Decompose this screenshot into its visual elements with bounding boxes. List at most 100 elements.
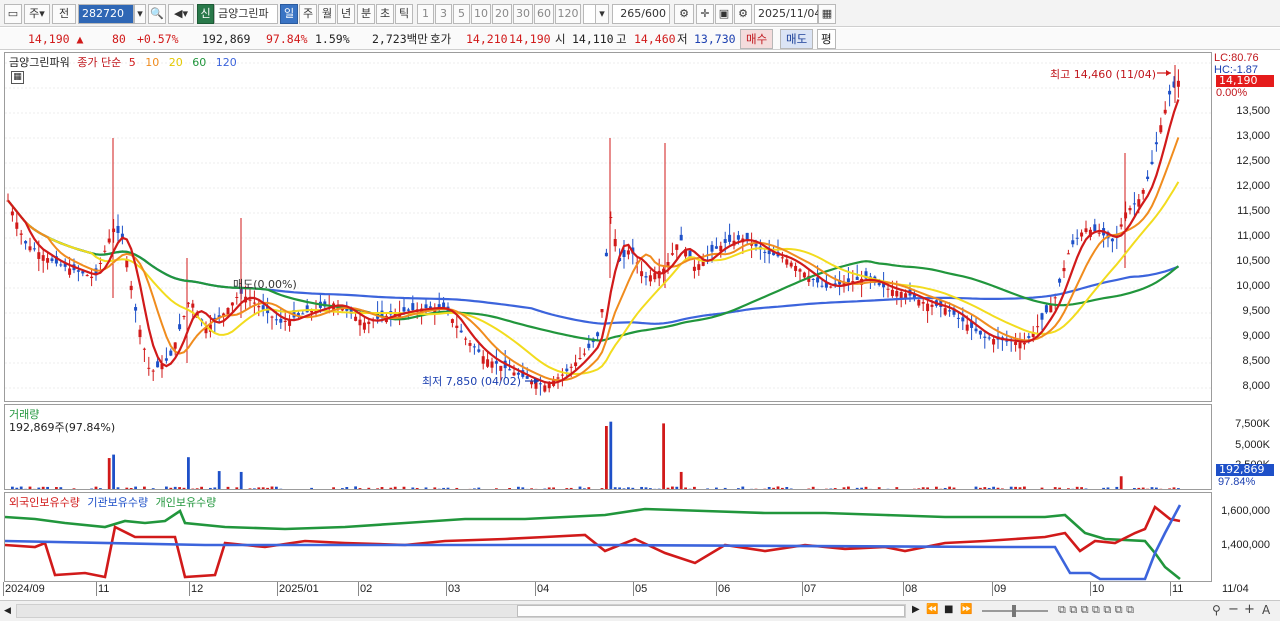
volume-bar — [640, 486, 643, 489]
font-size-icon[interactable]: A — [1262, 603, 1270, 617]
volume-bar — [222, 489, 225, 490]
save-icon[interactable]: ▣ — [715, 4, 733, 24]
candle — [147, 356, 151, 376]
price-chart-pane[interactable]: 금양그린파워 종가 단순 5 10 20 60 120 ▦ 최고 14,460 … — [4, 52, 1212, 402]
tab-minute[interactable]: 분 — [357, 4, 375, 24]
volume-chart — [11, 421, 1180, 490]
volume-bar — [666, 487, 670, 489]
rewind-icon[interactable]: ⏪ — [926, 604, 938, 615]
x-axis-tick — [633, 582, 634, 596]
tab-daily-label: 일 — [283, 7, 295, 20]
zoom-out-icon[interactable]: − — [1228, 602, 1239, 617]
volume-bar — [90, 488, 93, 489]
volume-bar — [239, 471, 243, 489]
volume-bar — [372, 489, 375, 490]
volume-bar — [33, 488, 36, 489]
stop-icon[interactable]: ■ — [944, 604, 953, 615]
volume-pane[interactable]: 거래량 192,869주(97.84%) — [4, 404, 1212, 490]
scroll-track[interactable] — [16, 604, 906, 618]
tool-icons[interactable]: ⧉ ⧉ ⧉ ⧉ ⧉ ⧉ ⧉ — [1058, 603, 1134, 617]
minute-option-label: 60 — [537, 7, 551, 20]
chart-settings-icon[interactable]: ⚙ — [674, 4, 694, 24]
volume-bar — [1009, 486, 1013, 489]
zoom-icon[interactable]: ⚲ — [1212, 603, 1221, 617]
tab-daily[interactable]: 일 — [280, 4, 298, 24]
speaker-icon[interactable]: ◀▾ — [168, 4, 194, 24]
candle — [521, 362, 525, 379]
tab-weekly[interactable]: 주 — [299, 4, 317, 24]
scroll-left-icon[interactable]: ◀ — [4, 604, 16, 618]
calendar-icon[interactable]: ▦ — [818, 4, 836, 24]
minute-option-30[interactable]: 30 — [513, 4, 533, 24]
stock-code-input[interactable]: 282720 — [78, 4, 134, 24]
play-icon[interactable]: ▶ — [912, 604, 920, 615]
volume-bar — [455, 487, 459, 489]
volume-bar — [64, 489, 67, 490]
minute-option-label: 3 — [440, 7, 447, 20]
candle — [1075, 229, 1079, 246]
candle — [600, 308, 604, 318]
zoom-in-icon[interactable]: + — [1244, 602, 1255, 617]
date-input[interactable]: 2025/11/04 — [754, 4, 821, 24]
minute-option-10[interactable]: 10 — [471, 4, 491, 24]
tab-monthly[interactable]: 월 — [318, 4, 336, 24]
x-axis-label: 07 — [804, 583, 817, 595]
bar-count-field[interactable]: 265/600 — [612, 4, 670, 24]
minute-option-60[interactable]: 60 — [534, 4, 554, 24]
candle — [367, 318, 371, 334]
candle — [332, 301, 336, 316]
price-tick: 10,500 — [1236, 255, 1270, 267]
gear-icon[interactable]: ⚙ — [734, 4, 752, 24]
volume-bar — [1014, 486, 1017, 489]
stock-name-field[interactable]: 금양그린파 — [214, 4, 278, 24]
volume-bar — [491, 489, 494, 490]
sell-button[interactable]: 매도 — [780, 29, 814, 49]
fast-forward-icon[interactable]: ⏩ — [960, 604, 972, 615]
volume-bar — [679, 471, 683, 489]
minute-option-3[interactable]: 3 — [435, 4, 452, 24]
custom-period-dropdown-icon[interactable]: ▾ — [595, 4, 609, 24]
x-axis-label: 10 — [1092, 583, 1105, 595]
volume-bar — [904, 489, 907, 490]
holdings-pane[interactable]: 외국인보유수량 기관보유수량 개인보유수량 — [4, 492, 1212, 582]
volume-bar — [125, 487, 129, 489]
volume-bar — [816, 488, 819, 489]
speed-slider-handle[interactable] — [1012, 605, 1016, 617]
candle — [142, 347, 146, 362]
prev-button[interactable]: 전 — [52, 4, 76, 24]
volume-bar — [1172, 487, 1176, 489]
tab-second[interactable]: 초 — [376, 4, 394, 24]
volume-bar — [864, 486, 868, 489]
volume-bar — [979, 487, 982, 489]
volume-bar — [1106, 487, 1110, 489]
volume-bar — [1098, 489, 1101, 490]
minute-option-1[interactable]: 1 — [417, 4, 434, 24]
window-menu-icon[interactable]: ▭ — [4, 4, 22, 24]
buy-button[interactable]: 매수 — [740, 29, 774, 49]
x-axis-label: 06 — [718, 583, 731, 595]
stock-code-value: 282720 — [82, 7, 124, 20]
volume-bar — [1102, 487, 1105, 489]
tab-tick[interactable]: 틱 — [395, 4, 413, 24]
scroll-thumb[interactable] — [517, 605, 905, 617]
grid-toggle-icon[interactable]: ▦ — [11, 71, 24, 84]
search-icon[interactable]: 🔍 — [148, 4, 166, 24]
volume-bar — [886, 488, 890, 489]
average-button[interactable]: 평 — [817, 29, 836, 49]
period-select[interactable]: 주▾ — [24, 4, 50, 24]
minute-option-5[interactable]: 5 — [453, 4, 470, 24]
minute-option-20[interactable]: 20 — [492, 4, 512, 24]
speed-slider[interactable] — [982, 605, 1048, 617]
stock-code-dropdown-icon[interactable]: ▾ — [134, 4, 146, 24]
candle — [1132, 192, 1136, 216]
minute-option-120[interactable]: 120 — [555, 4, 581, 24]
candle — [640, 261, 644, 284]
volume-bar — [1080, 487, 1083, 489]
x-axis-tick — [277, 582, 278, 596]
new-badge-label: 신 — [200, 7, 211, 20]
tab-yearly[interactable]: 년 — [337, 4, 355, 24]
volume-bar — [688, 488, 692, 489]
open-price: 14,110 — [572, 32, 614, 46]
crosshair-icon[interactable]: ✛ — [696, 4, 714, 24]
price-tick: 11,500 — [1237, 205, 1270, 217]
